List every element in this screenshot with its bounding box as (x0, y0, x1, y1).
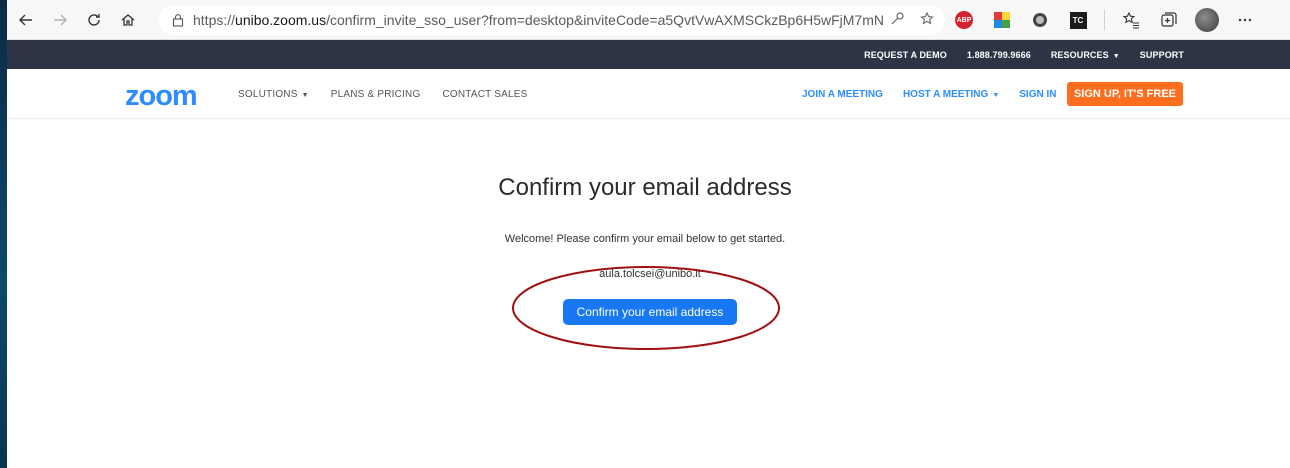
forward-arrow-icon[interactable] (45, 5, 75, 35)
favorite-star-add-icon[interactable] (919, 11, 935, 27)
colorful-extension-icon[interactable] (990, 8, 1014, 32)
host-meeting-menu[interactable]: HOST A MEETING ▼ (903, 89, 999, 100)
url-prefix: https:// (193, 12, 236, 28)
solutions-menu[interactable]: SOLUTIONS ▼ (238, 89, 309, 100)
contact-sales-link[interactable]: CONTACT SALES (442, 89, 527, 100)
url-path: /confirm_invite_sso_user?from=desktop&in… (326, 12, 883, 28)
address-bar[interactable]: https://unibo.zoom.us/confirm_invite_sso… (159, 5, 945, 35)
caret-down-icon: ▼ (1112, 52, 1120, 60)
favorites-icon[interactable] (1119, 8, 1143, 32)
sign-in-link[interactable]: SIGN IN (1019, 89, 1056, 100)
welcome-message: Welcome! Please confirm your email below… (504, 233, 786, 245)
url-host: unibo.zoom.us (235, 12, 327, 28)
home-icon[interactable] (113, 5, 143, 35)
page: https://unibo.zoom.us/confirm_invite_sso… (0, 0, 1290, 468)
utility-bar: REQUEST A DEMO 1.888.799.9666 RESOURCES ▼… (7, 40, 1290, 69)
url-text[interactable]: https://unibo.zoom.us/confirm_invite_sso… (193, 12, 883, 28)
caret-down-icon: ▼ (301, 91, 309, 99)
circle-extension-icon[interactable] (1028, 8, 1052, 32)
caret-down-icon: ▼ (992, 91, 1000, 99)
page-title: Confirm your email address (498, 174, 792, 201)
sign-up-button[interactable]: SIGN UP, IT'S FREE (1067, 82, 1183, 106)
back-arrow-icon[interactable] (11, 5, 41, 35)
request-demo-link[interactable]: REQUEST A DEMO (864, 50, 947, 60)
main-navigation: zoom SOLUTIONS ▼ PLANS & PRICING CONTACT … (7, 69, 1290, 119)
toolbar-divider (1104, 10, 1105, 30)
tc-extension-icon[interactable]: TC (1066, 8, 1090, 32)
resources-menu[interactable]: RESOURCES ▼ (1051, 50, 1120, 60)
key-icon[interactable] (889, 11, 905, 27)
join-meeting-link[interactable]: JOIN A MEETING (802, 89, 883, 100)
zoom-logo[interactable]: zoom (125, 82, 198, 111)
red-circle-annotation (512, 266, 780, 350)
host-meeting-label: HOST A MEETING (902, 88, 989, 100)
lock-icon (172, 14, 184, 27)
solutions-label: SOLUTIONS (238, 88, 298, 100)
plans-pricing-link[interactable]: PLANS & PRICING (331, 89, 421, 100)
tc-label: TC (1069, 11, 1087, 29)
adblock-label: ABP (955, 11, 973, 29)
collections-icon[interactable] (1157, 8, 1181, 32)
support-link[interactable]: SUPPORT (1140, 50, 1184, 60)
browser-toolbar: https://unibo.zoom.us/confirm_invite_sso… (7, 0, 1290, 40)
refresh-icon[interactable] (79, 5, 109, 35)
phone-number-link[interactable]: 1.888.799.9666 (967, 50, 1031, 60)
profile-avatar[interactable] (1195, 8, 1219, 32)
resources-label: RESOURCES (1050, 49, 1109, 60)
adblock-plus-icon[interactable]: ABP (952, 8, 976, 32)
more-menu-icon[interactable] (1233, 8, 1257, 32)
